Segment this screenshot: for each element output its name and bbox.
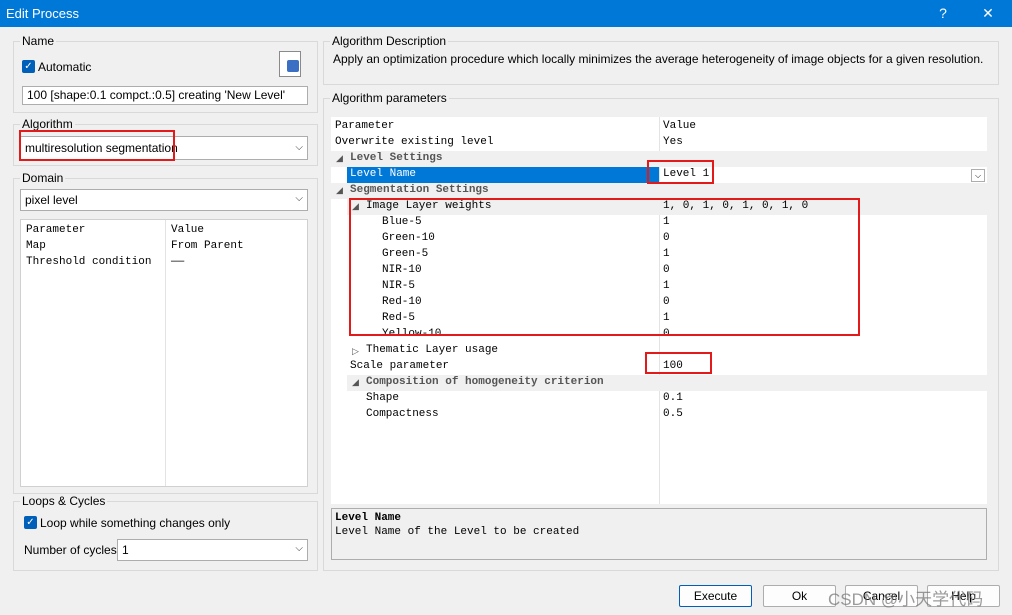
chevron-down-icon: ⌵: [295, 142, 303, 153]
help-title: Level Name: [335, 512, 402, 524]
highlight-box-scale: [645, 352, 712, 374]
description-text: Apply an optimization procedure which lo…: [333, 52, 984, 66]
domain-header-param: Parameter: [26, 224, 86, 236]
name-group-label: Name: [20, 34, 57, 48]
params-header-value: Value: [663, 120, 697, 132]
param-name[interactable]: Scale parameter: [350, 360, 449, 372]
domain-row-value[interactable]: From Parent: [171, 240, 244, 252]
watermark-text: CSDN @小天学代码: [828, 590, 984, 609]
help-title-button[interactable]: ?: [923, 0, 963, 27]
expand-icon[interactable]: ▷: [352, 346, 359, 357]
category-label: Level Settings: [350, 152, 443, 164]
param-name[interactable]: Level Name: [350, 168, 416, 180]
automatic-checkbox[interactable]: ✓: [22, 60, 35, 73]
highlight-box-algorithm: [19, 130, 175, 161]
domain-group-label: Domain: [20, 171, 66, 185]
close-button[interactable]: ✕: [968, 0, 1008, 27]
chevron-down-icon: ⌵: [295, 193, 303, 204]
collapse-icon[interactable]: ◢: [336, 153, 343, 164]
loop-checkbox[interactable]: ✓: [24, 516, 37, 529]
cycles-value: 1: [122, 543, 129, 557]
collapse-icon[interactable]: ◢: [336, 185, 343, 196]
param-value[interactable]: 0.1: [663, 392, 683, 404]
help-panel: Level Name Level Name of the Level to be…: [331, 508, 987, 560]
help-text: Level Name of the Level to be created: [335, 526, 580, 538]
param-name[interactable]: Overwrite existing level: [335, 136, 493, 148]
domain-header-value: Value: [171, 224, 205, 236]
params-header-name: Parameter: [335, 120, 395, 132]
description-group-label: Algorithm Description: [330, 34, 449, 48]
chevron-down-icon[interactable]: ⌵: [971, 169, 985, 182]
domain-select[interactable]: pixel level ⌵: [20, 189, 308, 211]
domain-row-param[interactable]: Map: [26, 240, 46, 252]
category-label: Segmentation Settings: [350, 184, 489, 196]
domain-row-param[interactable]: Threshold condition: [26, 256, 151, 268]
title-bar: Edit Process ? ✕: [0, 0, 1012, 27]
param-name[interactable]: Thematic Layer usage: [366, 344, 498, 356]
automatic-label: Automatic: [38, 60, 92, 74]
execute-button[interactable]: Execute: [679, 585, 752, 607]
ok-button[interactable]: Ok: [763, 585, 836, 607]
param-name[interactable]: Shape: [366, 392, 399, 404]
params-group-label: Algorithm parameters: [330, 91, 449, 105]
window-title: Edit Process: [6, 6, 79, 21]
param-name[interactable]: Compactness: [366, 408, 439, 420]
cycles-label: Number of cycles: [24, 543, 117, 557]
loop-label: Loop while something changes only: [40, 516, 231, 530]
category-label: Composition of homogeneity criterion: [366, 376, 604, 388]
cycles-select[interactable]: 1 ⌵: [117, 539, 308, 561]
algorithm-group-label: Algorithm: [20, 117, 75, 131]
param-value[interactable]: 0.5: [663, 408, 683, 420]
highlight-box-level-name: [647, 160, 714, 184]
edit-name-icon[interactable]: [279, 51, 301, 77]
domain-grid: Parameter Value Map From Parent Threshol…: [20, 219, 308, 487]
param-value[interactable]: Yes: [663, 136, 683, 148]
domain-row-value[interactable]: ——: [171, 256, 184, 268]
loops-group-label: Loops & Cycles: [20, 494, 108, 508]
chevron-down-icon: ⌵: [295, 543, 303, 554]
highlight-box-layer-weights: [349, 198, 860, 336]
process-name-input[interactable]: 100 [shape:0.1 compct.:0.5] creating 'Ne…: [22, 86, 308, 105]
domain-value: pixel level: [25, 193, 78, 207]
collapse-icon[interactable]: ◢: [352, 377, 359, 388]
